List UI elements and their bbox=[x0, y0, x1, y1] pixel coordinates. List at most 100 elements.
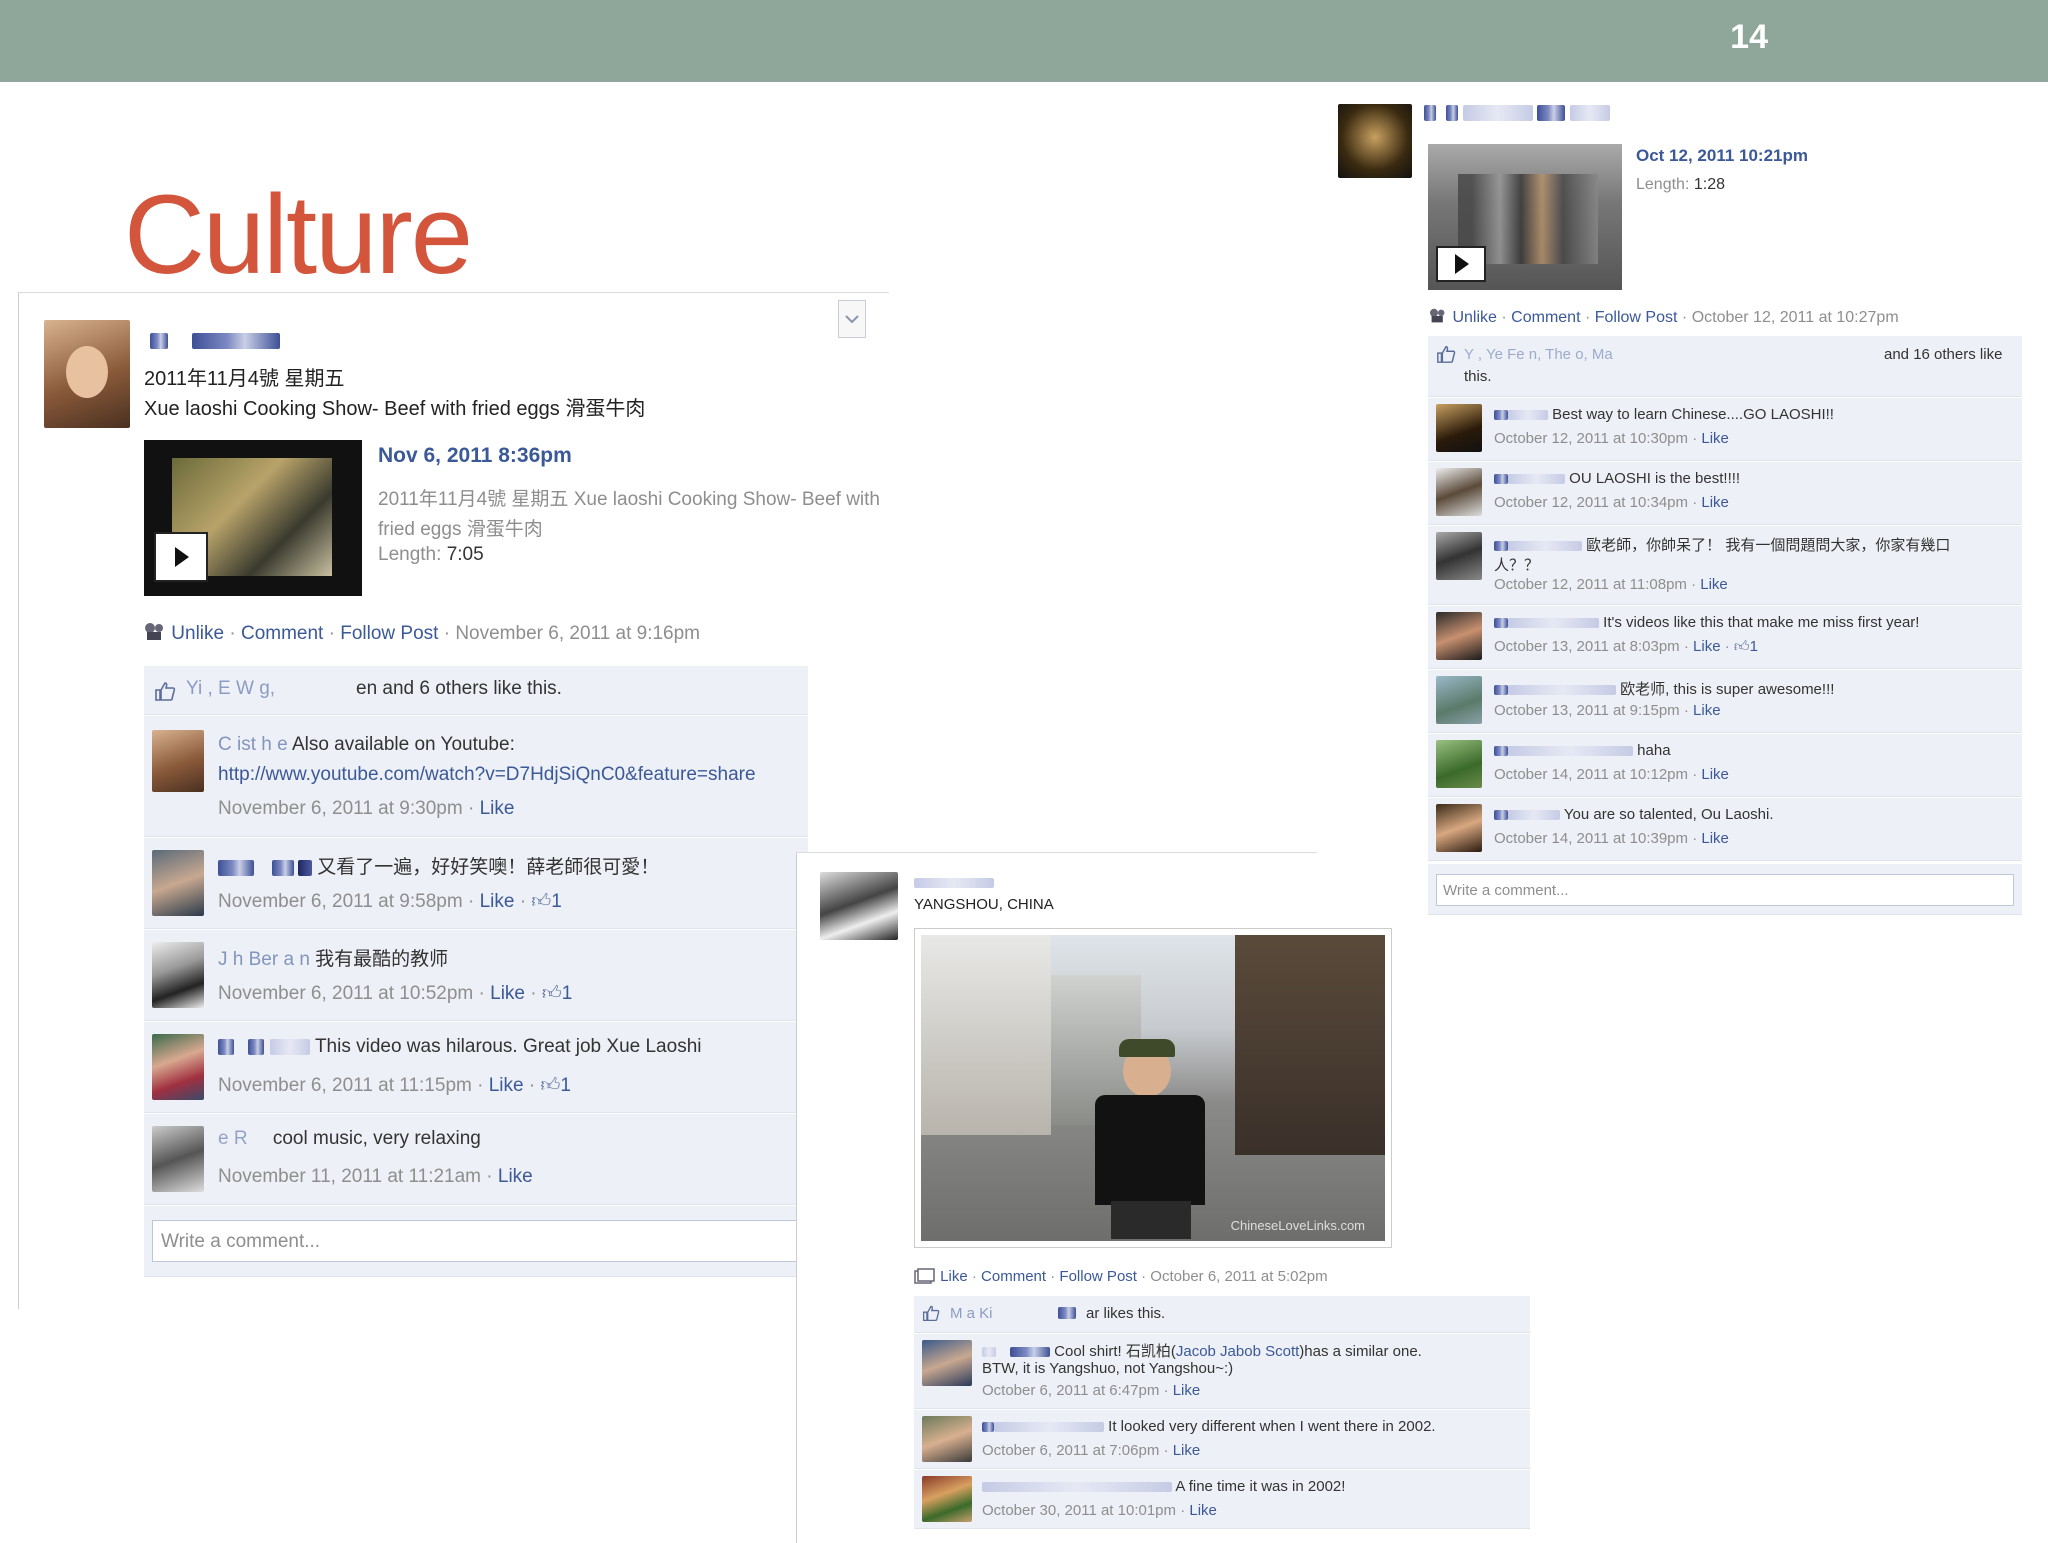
avatar[interactable] bbox=[922, 1476, 972, 1522]
comment-timestamp[interactable]: November 6, 2011 at 9:30pm bbox=[218, 798, 463, 819]
video-thumbnail[interactable] bbox=[1428, 144, 1622, 290]
comment-input[interactable]: Write a comment... bbox=[1436, 874, 2014, 906]
likers-names[interactable]: M a Ki bbox=[950, 1305, 993, 1322]
comment-timestamp[interactable]: October 13, 2011 at 8:03pm bbox=[1494, 638, 1680, 655]
like-count: 1 bbox=[561, 983, 573, 1004]
avatar[interactable] bbox=[1436, 740, 1482, 788]
avatar[interactable] bbox=[152, 1034, 204, 1100]
avatar[interactable] bbox=[152, 850, 204, 916]
like-link[interactable]: Like bbox=[498, 1166, 533, 1187]
avatar[interactable] bbox=[152, 942, 204, 1008]
video-date[interactable]: Oct 12, 2011 10:21pm bbox=[1636, 146, 1808, 166]
comment-timestamp[interactable]: October 6, 2011 at 7:06pm bbox=[982, 1442, 1159, 1459]
post-timestamp[interactable]: October 6, 2011 at 5:02pm bbox=[1150, 1268, 1327, 1285]
avatar[interactable] bbox=[820, 872, 898, 940]
post-timestamp[interactable]: October 12, 2011 at 10:27pm bbox=[1692, 309, 1899, 326]
avatar[interactable] bbox=[1436, 404, 1482, 452]
avatar[interactable] bbox=[1338, 104, 1412, 178]
comment-timestamp[interactable]: November 6, 2011 at 10:52pm bbox=[218, 983, 473, 1004]
like-link[interactable]: Like bbox=[490, 983, 525, 1004]
avatar[interactable] bbox=[1436, 468, 1482, 516]
comment-text: 我有最酷的教师 bbox=[315, 949, 449, 970]
play-icon[interactable] bbox=[1436, 246, 1486, 282]
poster-name[interactable] bbox=[914, 874, 994, 892]
comment-timestamp[interactable]: October 12, 2011 at 10:34pm bbox=[1494, 494, 1688, 511]
like-link[interactable]: Like bbox=[1189, 1502, 1217, 1519]
avatar[interactable] bbox=[922, 1340, 972, 1386]
tagged-name-link[interactable]: Jacob Jabob Scott bbox=[1176, 1343, 1299, 1360]
thumbs-up-icon: 👍︎ bbox=[531, 891, 552, 912]
comment-timestamp[interactable]: November 11, 2011 at 11:21am bbox=[218, 1166, 481, 1187]
poster-name[interactable] bbox=[150, 332, 281, 350]
likers-names[interactable]: Yi , E W g, bbox=[186, 678, 275, 700]
play-icon[interactable] bbox=[154, 532, 208, 582]
follow-post-link[interactable]: Follow Post bbox=[1595, 309, 1678, 326]
commenter-name[interactable]: C ist h e bbox=[218, 734, 288, 755]
likers-names[interactable]: Y , Ye Fe n, The o, Ma bbox=[1464, 346, 1613, 363]
unlike-link[interactable]: Unlike bbox=[171, 623, 224, 644]
commenter-name[interactable]: e R bbox=[218, 1128, 248, 1149]
comment-timestamp[interactable]: October 14, 2011 at 10:39pm bbox=[1494, 830, 1688, 847]
post-actions: Unlike · Comment · Follow Post · Novembe… bbox=[144, 622, 700, 645]
commenter-name[interactable]: J h Ber a n bbox=[218, 949, 310, 970]
like-link[interactable]: Like bbox=[1701, 830, 1729, 847]
comment-row: J h Ber a n 我有最酷的教师 November 6, 2011 at … bbox=[144, 930, 808, 1021]
like-link[interactable]: Like bbox=[480, 798, 515, 819]
avatar[interactable] bbox=[1436, 804, 1482, 852]
comment-text: 欧老师, this is super awesome!!! bbox=[1620, 681, 1835, 698]
like-link[interactable]: Like bbox=[940, 1268, 968, 1285]
follow-post-link[interactable]: Follow Post bbox=[1059, 1268, 1137, 1285]
post-timestamp[interactable]: November 6, 2011 at 9:16pm bbox=[455, 623, 700, 644]
comment-timestamp[interactable]: October 30, 2011 at 10:01pm bbox=[982, 1502, 1176, 1519]
avatar[interactable] bbox=[152, 1126, 204, 1192]
like-link[interactable]: Like bbox=[1693, 702, 1721, 719]
comment-timestamp[interactable]: October 6, 2011 at 6:47pm bbox=[982, 1382, 1159, 1399]
avatar[interactable] bbox=[1436, 532, 1482, 580]
comment-timestamp[interactable]: October 14, 2011 at 10:12pm bbox=[1494, 766, 1688, 783]
comment-timestamp[interactable]: October 12, 2011 at 11:08pm bbox=[1494, 576, 1687, 593]
comment-input[interactable]: Write a comment... bbox=[152, 1220, 800, 1262]
avatar[interactable] bbox=[1436, 676, 1482, 724]
post-text: Xue laoshi Cooking Show- Beef with fried… bbox=[144, 398, 646, 420]
like-count: 1 bbox=[560, 1075, 571, 1096]
comment-link[interactable]: Comment bbox=[241, 623, 323, 644]
avatar[interactable] bbox=[1436, 612, 1482, 660]
video-thumbnail[interactable] bbox=[144, 440, 362, 596]
street-photo[interactable]: ChineseLoveLinks.com bbox=[914, 928, 1392, 1248]
like-link[interactable]: Like bbox=[1701, 494, 1729, 511]
poster-name[interactable] bbox=[1424, 104, 1610, 122]
comment-text: It's videos like this that make me miss … bbox=[1603, 614, 1920, 631]
comment-timestamp[interactable]: October 13, 2011 at 9:15pm bbox=[1494, 702, 1680, 719]
avatar[interactable] bbox=[152, 730, 204, 792]
like-link[interactable]: Like bbox=[1701, 766, 1729, 783]
comment-timestamp[interactable]: October 12, 2011 at 10:30pm bbox=[1494, 430, 1688, 447]
comment-link[interactable]: Comment bbox=[981, 1268, 1046, 1285]
comment-row: It looked very different when I went the… bbox=[914, 1410, 1530, 1469]
length-label: Length: bbox=[378, 544, 442, 565]
avatar[interactable] bbox=[44, 320, 130, 428]
comment-link[interactable]: Comment bbox=[1511, 309, 1580, 326]
like-link[interactable]: Like bbox=[480, 891, 515, 912]
youtube-link[interactable]: http://www.youtube.com/watch?v=D7HdjSiQn… bbox=[218, 764, 756, 786]
length-label: Length: bbox=[1636, 176, 1690, 193]
like-link[interactable]: Like bbox=[1701, 430, 1729, 447]
video-length: Length: 1:28 bbox=[1636, 176, 1725, 194]
comment-timestamp[interactable]: November 6, 2011 at 11:15pm bbox=[218, 1075, 472, 1096]
unlike-link[interactable]: Unlike bbox=[1452, 309, 1496, 326]
like-link[interactable]: Like bbox=[1700, 576, 1728, 593]
chevron-down-icon[interactable] bbox=[838, 300, 866, 338]
thumbs-up-icon bbox=[1436, 344, 1456, 369]
like-link[interactable]: Like bbox=[1173, 1382, 1201, 1399]
avatar[interactable] bbox=[922, 1416, 972, 1462]
comment-text: Cool shirt! 石凯柏( bbox=[1054, 1343, 1176, 1360]
comment-timestamp[interactable]: November 6, 2011 at 9:58pm bbox=[218, 891, 463, 912]
thumbs-up-icon: 👍︎ bbox=[1733, 638, 1750, 655]
comment-row: It's videos like this that make me miss … bbox=[1428, 606, 2022, 669]
likes-text: ar likes this. bbox=[1086, 1305, 1166, 1322]
video-date[interactable]: Nov 6, 2011 8:36pm bbox=[378, 444, 572, 468]
like-link[interactable]: Like bbox=[1173, 1442, 1201, 1459]
follow-post-link[interactable]: Follow Post bbox=[340, 623, 438, 644]
like-link[interactable]: Like bbox=[1693, 638, 1721, 655]
like-link[interactable]: Like bbox=[489, 1075, 524, 1096]
comment-text: cool music, very relaxing bbox=[272, 1128, 481, 1149]
